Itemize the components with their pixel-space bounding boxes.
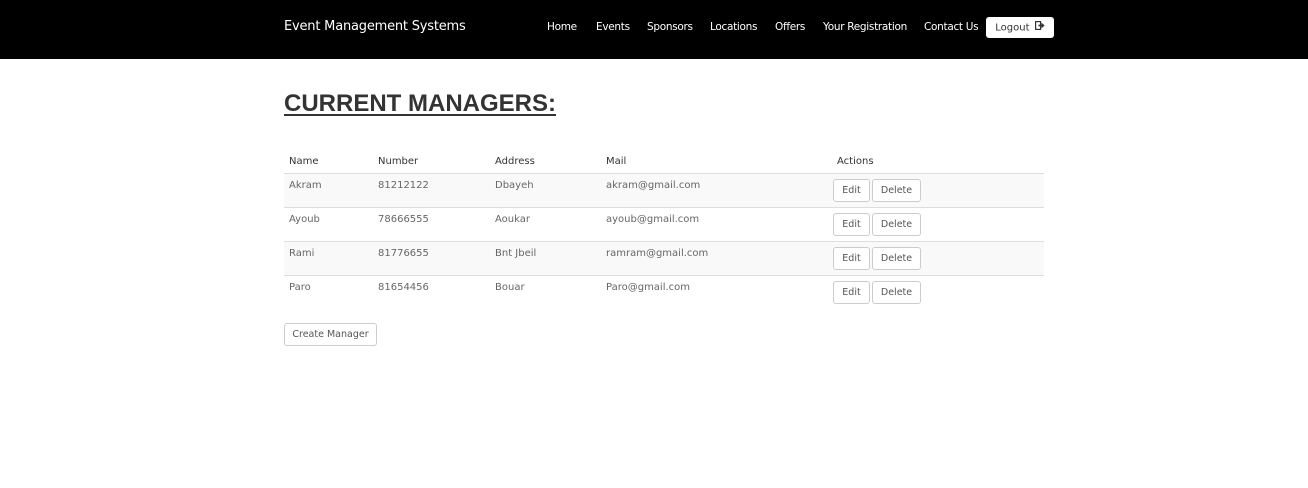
cell-address: Dbayeh <box>490 173 601 208</box>
cell-address: Bnt Jbeil <box>490 241 601 276</box>
header-mail: Mail <box>601 150 832 174</box>
delete-button[interactable]: Delete <box>872 247 921 270</box>
nav-home[interactable]: Home <box>547 21 577 33</box>
header-number: Number <box>373 150 490 174</box>
table-row: Ayoub 78666555 Aoukar ayoub@gmail.com Ed… <box>284 207 1044 242</box>
table-row: Paro 81654456 Bouar Paro@gmail.com Edit D… <box>284 276 1044 310</box>
brand-title[interactable]: Event Management Systems <box>284 19 466 34</box>
cell-name: Rami <box>284 241 373 276</box>
header-name: Name <box>284 150 373 174</box>
table-row: Akram 81212122 Dbayeh akram@gmail.com Ed… <box>284 173 1044 208</box>
cell-number: 78666555 <box>373 207 490 242</box>
table-header-row: Name Number Address Mail Actions <box>284 150 1044 174</box>
edit-button[interactable]: Edit <box>833 179 870 202</box>
logout-icon <box>1034 17 1045 38</box>
create-manager-button[interactable]: Create Manager <box>284 323 377 346</box>
logout-label: Logout <box>995 22 1030 34</box>
header-address: Address <box>490 150 601 174</box>
header-actions: Actions <box>832 150 1044 174</box>
edit-button[interactable]: Edit <box>833 281 870 304</box>
cell-address: Aoukar <box>490 207 601 242</box>
cell-mail: ramram@gmail.com <box>601 241 832 276</box>
cell-number: 81212122 <box>373 173 490 208</box>
nav-your-registration[interactable]: Your Registration <box>823 21 907 33</box>
cell-actions: Edit Delete <box>832 207 1044 242</box>
navbar: Event Management Systems Home Events Spo… <box>0 0 1308 59</box>
nav-contact-us[interactable]: Contact Us <box>924 21 979 33</box>
page-title: CURRENT MANAGERS: <box>284 90 556 117</box>
edit-button[interactable]: Edit <box>833 247 870 270</box>
cell-number: 81654456 <box>378 282 429 293</box>
delete-button[interactable]: Delete <box>872 179 921 202</box>
delete-button[interactable]: Delete <box>872 213 921 236</box>
cell-name: Ayoub <box>284 207 373 242</box>
cell-actions: Edit Delete <box>832 241 1044 276</box>
logout-button[interactable]: Logout <box>986 17 1054 38</box>
cell-address: Bouar <box>495 282 525 293</box>
cell-name: Akram <box>284 173 373 208</box>
table-row: Rami 81776655 Bnt Jbeil ramram@gmail.com… <box>284 241 1044 276</box>
cell-mail: ayoub@gmail.com <box>601 207 832 242</box>
cell-name: Paro <box>289 282 311 293</box>
delete-button[interactable]: Delete <box>872 281 921 304</box>
edit-button[interactable]: Edit <box>833 213 870 236</box>
nav-sponsors[interactable]: Sponsors <box>647 21 693 33</box>
cell-actions: Edit Delete <box>832 173 1044 208</box>
nav-events[interactable]: Events <box>596 21 630 33</box>
cell-mail: akram@gmail.com <box>601 173 832 208</box>
cell-mail: Paro@gmail.com <box>606 282 691 293</box>
managers-table: Name Number Address Mail Actions Akram 8… <box>284 150 1044 309</box>
nav-locations[interactable]: Locations <box>710 21 757 33</box>
cell-number: 81776655 <box>373 241 490 276</box>
nav-offers[interactable]: Offers <box>775 21 805 33</box>
cell-actions: Edit Delete <box>832 276 1044 310</box>
